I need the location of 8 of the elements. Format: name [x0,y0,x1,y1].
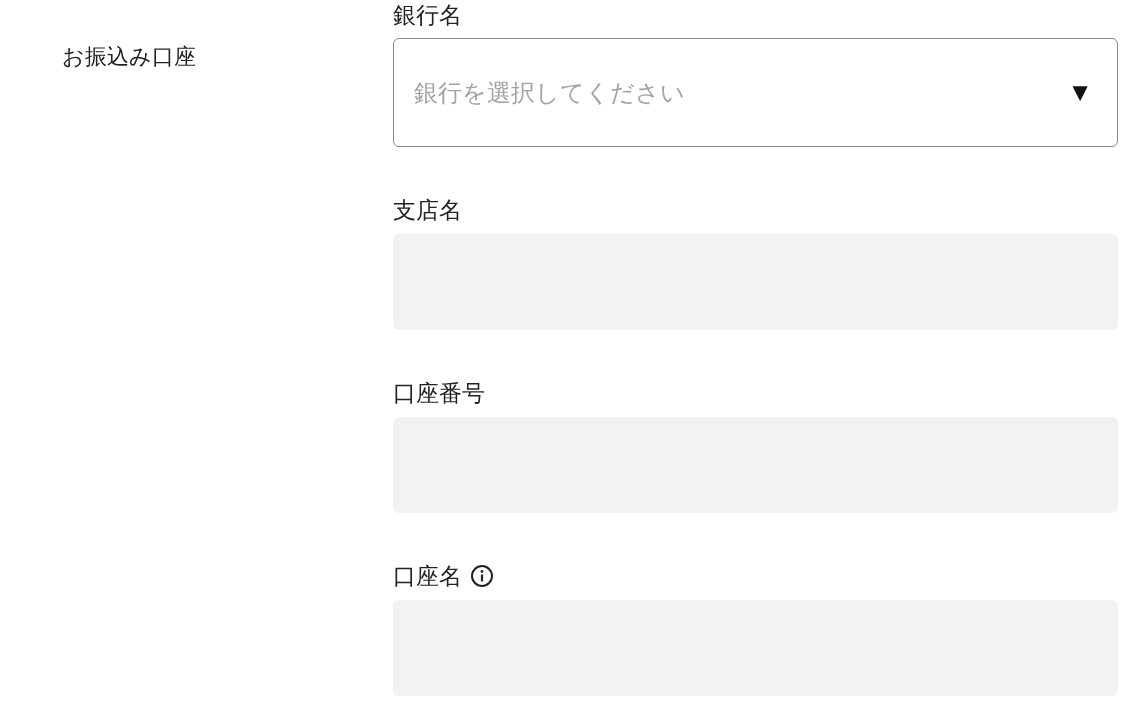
field-label: 口座番号 [393,379,485,408]
field-label: 支店名 [393,196,462,225]
field-label: 銀行名 [393,1,462,30]
select-placeholder: 銀行を選択してください [414,77,685,108]
bank-select[interactable]: 銀行を選択してください ▼ [393,38,1118,147]
field-label: 口座名 [393,562,462,591]
section-label: お振込み口座 [62,44,196,69]
dropdown-arrow: ▼ [1067,76,1093,109]
